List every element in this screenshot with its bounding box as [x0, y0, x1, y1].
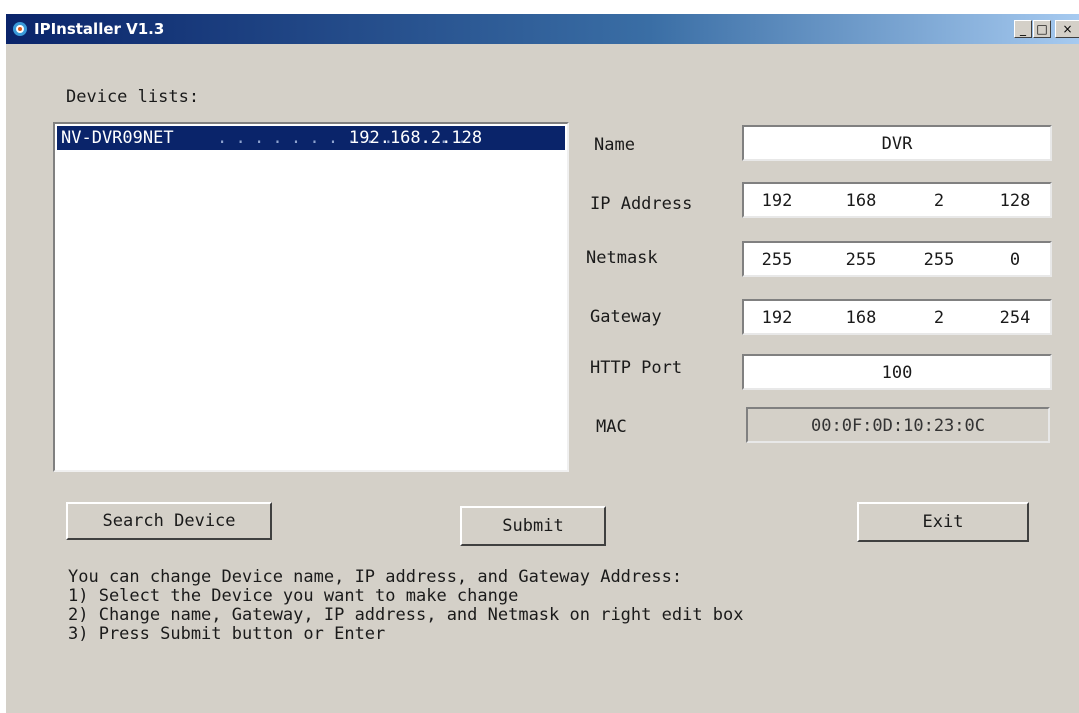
window-title: IPInstaller V1.3: [34, 20, 165, 38]
instruction-line: 3) Press Submit button or Enter: [68, 624, 386, 644]
exit-button[interactable]: Exit: [857, 502, 1029, 542]
ip-octet-1[interactable]: 192: [752, 190, 802, 212]
ip-address-field[interactable]: 192 168 2 128: [742, 182, 1052, 218]
netmask-octet-3[interactable]: 255: [914, 249, 964, 271]
submit-button[interactable]: Submit: [460, 506, 606, 546]
ip-octet-4[interactable]: 128: [990, 190, 1040, 212]
device-list-item[interactable]: NV-DVR09NET . . . . . . . . . . . . . . …: [57, 126, 565, 150]
mac-value: 00:0F:0D:10:23:0C: [811, 416, 985, 436]
gateway-octet-2[interactable]: 168: [836, 307, 886, 329]
maximize-button[interactable]: □: [1033, 20, 1051, 38]
http-port-value: 100: [881, 363, 913, 383]
gateway-octet-4[interactable]: 254: [990, 307, 1040, 329]
gateway-label: Gateway: [590, 307, 662, 327]
gateway-field[interactable]: 192 168 2 254: [742, 299, 1052, 335]
netmask-octet-1[interactable]: 255: [752, 249, 802, 271]
ip-address-label: IP Address: [590, 194, 693, 214]
name-field[interactable]: DVR: [742, 125, 1052, 161]
name-label: Name: [594, 135, 635, 155]
netmask-octet-4[interactable]: 0: [990, 249, 1040, 271]
instruction-line: 1) Select the Device you want to make ch…: [68, 586, 519, 606]
ip-octet-2[interactable]: 168: [836, 190, 886, 212]
ipinstaller-window: IPInstaller V1.3 _ □ × Device lists: NV-…: [6, 14, 1079, 713]
ip-octet-3[interactable]: 2: [914, 190, 964, 212]
gateway-octet-1[interactable]: 192: [752, 307, 802, 329]
device-ip: 192.168.2.128: [349, 128, 483, 148]
minimize-button[interactable]: _: [1014, 20, 1032, 38]
device-listbox[interactable]: NV-DVR09NET . . . . . . . . . . . . . . …: [53, 122, 569, 472]
gateway-octet-3[interactable]: 2: [914, 307, 964, 329]
app-icon: [13, 22, 27, 36]
device-name: NV-DVR09NET: [61, 128, 174, 148]
instruction-line: You can change Device name, IP address, …: [68, 567, 683, 587]
instructions-text: You can change Device name, IP address, …: [68, 568, 744, 644]
http-port-field[interactable]: 100: [742, 354, 1052, 390]
netmask-field[interactable]: 255 255 255 0: [742, 241, 1052, 277]
netmask-label: Netmask: [586, 248, 658, 268]
mac-field: 00:0F:0D:10:23:0C: [746, 407, 1050, 443]
http-port-label: HTTP Port: [590, 358, 683, 378]
mac-label: MAC: [596, 417, 627, 437]
instruction-line: 2) Change name, Gateway, IP address, and…: [68, 605, 744, 625]
name-value: DVR: [881, 134, 913, 154]
device-list-label: Device lists:: [66, 87, 200, 107]
close-button[interactable]: ×: [1055, 20, 1079, 38]
netmask-octet-2[interactable]: 255: [836, 249, 886, 271]
search-device-button[interactable]: Search Device: [66, 502, 272, 540]
title-bar[interactable]: IPInstaller V1.3 _ □ ×: [6, 14, 1079, 44]
